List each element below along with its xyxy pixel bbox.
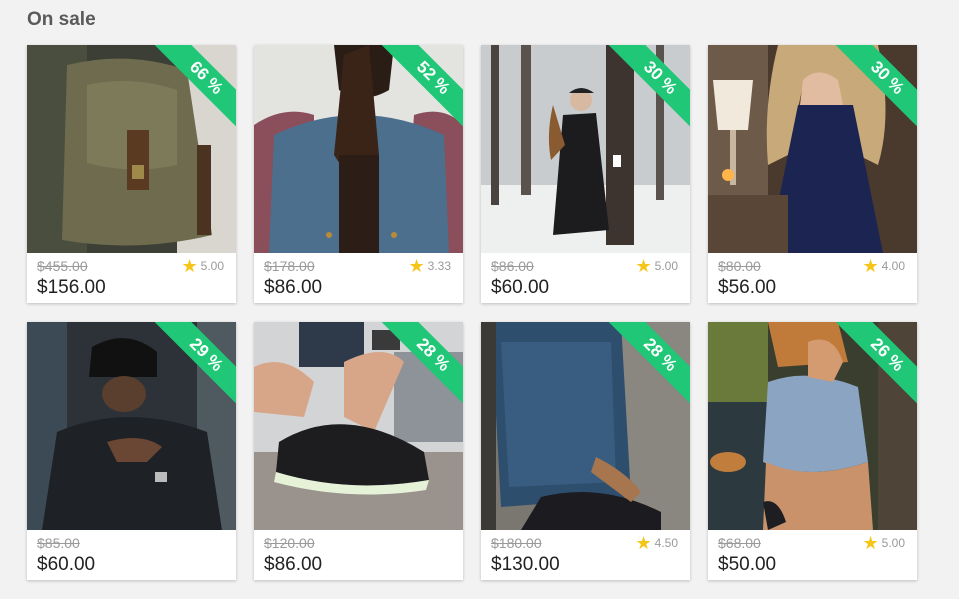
product-image[interactable]: 30 % [708, 45, 917, 253]
product-rating: ★ 5.00 [182, 257, 225, 275]
product-image[interactable]: 26 % [708, 322, 917, 530]
original-price: $68.00 [718, 535, 761, 551]
star-icon: ★ [635, 256, 652, 276]
original-price: $178.00 [264, 258, 315, 274]
product-rating: ★ 4.00 [863, 257, 906, 275]
original-price: $455.00 [37, 258, 88, 274]
sale-price: $86.00 [264, 554, 323, 575]
star-icon: ★ [181, 256, 198, 276]
product-card[interactable]: 28 % $180.00 $130.00 ★ 4.50 [481, 322, 690, 580]
product-card[interactable]: 30 % $86.00 $60.00 ★ 5.00 [481, 45, 690, 303]
product-image[interactable]: 52 % [254, 45, 463, 253]
rating-value: 3.33 [427, 259, 451, 273]
star-icon: ★ [862, 533, 879, 553]
product-card[interactable]: 28 % $120.00 $86.00 [254, 322, 463, 580]
sale-price: $60.00 [37, 554, 96, 575]
original-price: $85.00 [37, 535, 80, 551]
rating-value: 5.00 [881, 536, 905, 550]
sale-price: $156.00 [37, 277, 106, 298]
product-card[interactable]: 30 % $80.00 $56.00 ★ 4.00 [708, 45, 917, 303]
product-rating: ★ 5.00 [636, 257, 679, 275]
section-title: On sale [27, 9, 96, 30]
sale-price: $130.00 [491, 554, 560, 575]
original-price: $86.00 [491, 258, 534, 274]
rating-value: 5.00 [200, 259, 224, 273]
rating-value: 4.50 [654, 536, 678, 550]
sale-price: $60.00 [491, 277, 550, 298]
rating-value: 4.00 [881, 259, 905, 273]
star-icon: ★ [862, 256, 879, 276]
product-image[interactable]: 30 % [481, 45, 690, 253]
sale-price: $50.00 [718, 554, 777, 575]
product-card[interactable]: 52 % $178.00 $86.00 ★ 3.33 [254, 45, 463, 303]
original-price: $120.00 [264, 535, 315, 551]
product-grid: 66 % $455.00 $156.00 ★ 5.00 52 % $178.00 [27, 45, 917, 580]
star-icon: ★ [635, 533, 652, 553]
product-image[interactable]: 28 % [254, 322, 463, 530]
sale-price: $86.00 [264, 277, 323, 298]
star-icon: ★ [408, 256, 425, 276]
product-card[interactable]: 26 % $68.00 $50.00 ★ 5.00 [708, 322, 917, 580]
sale-price: $56.00 [718, 277, 777, 298]
product-image[interactable]: 29 % [27, 322, 236, 530]
product-image[interactable]: 66 % [27, 45, 236, 253]
rating-value: 5.00 [654, 259, 678, 273]
product-rating: ★ 3.33 [409, 257, 452, 275]
product-rating: ★ 4.50 [636, 534, 679, 552]
product-image[interactable]: 28 % [481, 322, 690, 530]
original-price: $180.00 [491, 535, 542, 551]
product-card[interactable]: 29 % $85.00 $60.00 [27, 322, 236, 580]
product-card[interactable]: 66 % $455.00 $156.00 ★ 5.00 [27, 45, 236, 303]
original-price: $80.00 [718, 258, 761, 274]
product-rating: ★ 5.00 [863, 534, 906, 552]
